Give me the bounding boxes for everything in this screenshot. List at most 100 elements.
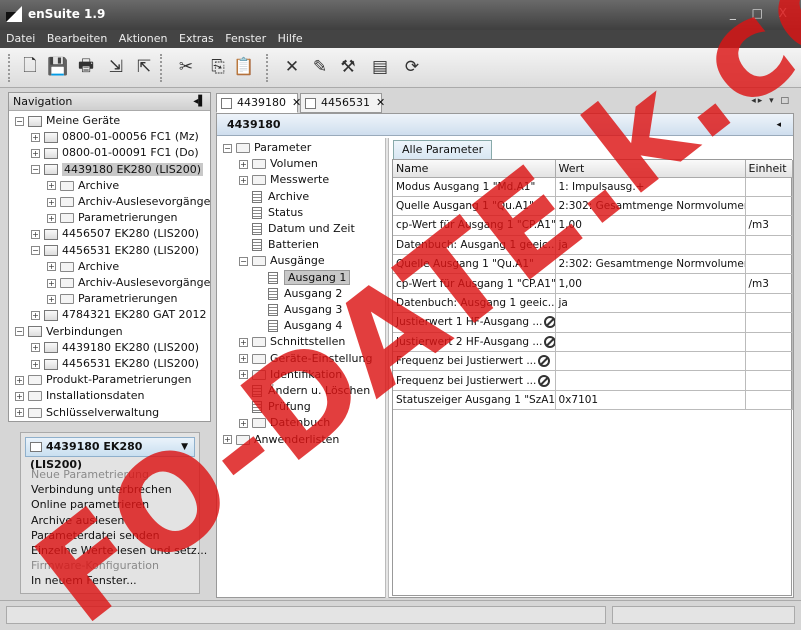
table-row[interactable]: Justierwert 1 HF-Ausgang ... xyxy=(393,312,793,333)
export-icon[interactable]: ⇱ xyxy=(132,55,156,79)
expand-icon[interactable]: + xyxy=(47,181,56,191)
expand-icon[interactable]: + xyxy=(239,337,248,347)
tree-item[interactable]: + Installationsdaten xyxy=(15,388,144,404)
tree-item[interactable]: +4456507 EK280 (LIS200) xyxy=(31,226,199,242)
collapse-icon[interactable]: − xyxy=(31,165,40,175)
cut-icon[interactable]: ✂ xyxy=(174,55,198,79)
menu-aktionen[interactable]: Aktionen xyxy=(119,30,168,48)
collapse-arrow-icon[interactable]: ◂ xyxy=(776,114,781,136)
expand-icon[interactable]: + xyxy=(239,370,248,380)
param-value-cell[interactable]: ja xyxy=(555,293,746,314)
tree-item[interactable]: +4439180 EK280 (LIS200) xyxy=(31,340,199,356)
param-value-cell[interactable]: 2:302: Gesamtmenge Normvolumen xyxy=(555,196,746,217)
param-value-cell[interactable]: ja xyxy=(555,235,746,256)
param-value-cell[interactable] xyxy=(555,312,746,333)
tree-item[interactable]: + Produkt-Parametrierungen xyxy=(15,372,192,388)
expand-icon[interactable]: + xyxy=(47,197,56,207)
expand-icon[interactable]: + xyxy=(31,229,40,239)
param-value-cell[interactable] xyxy=(555,332,746,353)
table-row[interactable]: Quelle Ausgang 1 "Qu.A1" 2:302: Gesamtmen… xyxy=(393,254,793,275)
expand-icon[interactable]: + xyxy=(47,262,56,272)
column-header-wert[interactable]: Wert xyxy=(555,160,746,178)
table-row[interactable]: Datenbuch: Ausgang 1 geeic... ja xyxy=(393,235,793,256)
expand-icon[interactable]: + xyxy=(31,359,40,369)
expand-icon[interactable]: + xyxy=(15,408,24,418)
menu-hilfe[interactable]: Hilfe xyxy=(278,30,303,48)
collapse-icon[interactable]: − xyxy=(239,256,248,266)
tree-item[interactable]: +4784321 EK280 GAT 2012 xyxy=(31,307,207,323)
expand-icon[interactable]: + xyxy=(15,391,24,401)
tree-item[interactable]: +0800-01-00091 FC1 (Do) xyxy=(31,145,199,161)
expand-icon[interactable]: + xyxy=(47,294,56,304)
tree-item[interactable]: − Ausgänge xyxy=(239,253,325,269)
tree-item[interactable]: + Parametrierungen xyxy=(47,291,177,307)
device-panel-header[interactable]: 4439180 EK280 (LIS200) ▼ xyxy=(25,437,195,471)
import-icon[interactable]: ⇲ xyxy=(104,55,128,79)
tree-item[interactable]: + Anwenderlisten xyxy=(223,432,339,448)
tree-item[interactable]: − 4439180 EK280 (LIS200) xyxy=(31,162,204,178)
paste-icon[interactable]: 📋 xyxy=(232,55,256,79)
expand-icon[interactable]: + xyxy=(223,435,232,445)
close-icon[interactable]: ✕ xyxy=(376,96,385,109)
tree-item[interactable]: + Messwerte xyxy=(239,172,329,188)
expand-icon[interactable]: + xyxy=(239,159,248,169)
tree-item[interactable]: + Volumen xyxy=(239,156,318,172)
param-value-cell[interactable]: 0x7101 xyxy=(555,390,746,411)
tree-item[interactable]: + Schlüsselverwaltung xyxy=(15,405,159,421)
save-icon[interactable]: 💾 xyxy=(46,55,70,79)
splitter-handle[interactable] xyxy=(385,138,389,598)
tree-item[interactable]: + Identifikation xyxy=(239,367,342,383)
tree-item[interactable]: + Archiv-Auslesevorgänge xyxy=(47,194,210,210)
tree-item[interactable]: Ändern u. Löschen xyxy=(239,383,370,399)
column-header-name[interactable]: Name xyxy=(393,160,556,178)
device-action-item[interactable]: In neuem Fenster... xyxy=(31,573,207,588)
tree-item[interactable]: + Parametrierungen xyxy=(47,210,177,226)
param-value-cell[interactable]: 2:302: Gesamtmenge Normvolumen xyxy=(555,254,746,275)
collapse-navigation-icon[interactable]: ◂▌ xyxy=(193,93,206,110)
param-value-cell[interactable]: 1: Impulsausg.+ xyxy=(555,177,746,197)
tree-item[interactable]: Datum und Zeit xyxy=(239,221,355,237)
disconnect-icon[interactable]: ✕ xyxy=(280,55,304,79)
table-row[interactable]: Statuszeiger Ausgang 1 "SzA1" 0x7101 xyxy=(393,390,793,411)
table-row[interactable]: Modus Ausgang 1 "Md.A1" 1: Impulsausg.+ xyxy=(393,177,793,197)
expand-icon[interactable]: + xyxy=(239,418,248,428)
chevron-down-icon[interactable]: ▼ xyxy=(181,438,188,456)
collapse-icon[interactable]: − xyxy=(31,246,40,256)
tab-4456531[interactable]: 4456531 ✕ xyxy=(300,93,385,113)
tab-alle-parameter[interactable]: Alle Parameter xyxy=(393,140,493,160)
expand-icon[interactable]: + xyxy=(47,278,56,288)
menu-extras[interactable]: Extras xyxy=(179,30,214,48)
tree-item[interactable]: Ausgang 1 xyxy=(255,269,351,286)
tree-item[interactable]: Ausgang 4 xyxy=(255,318,342,334)
window-controls[interactable]: _ □ X xyxy=(730,6,793,20)
tab-4439180[interactable]: 4439180 ✕ xyxy=(216,93,301,113)
table-row[interactable]: Frequenz bei Justierwert ... xyxy=(393,370,793,391)
param-value-cell[interactable] xyxy=(555,351,746,372)
collapse-icon[interactable]: − xyxy=(15,327,24,337)
table-row[interactable]: Justierwert 2 HF-Ausgang ... xyxy=(393,332,793,353)
new-file-icon[interactable]: 🗋 xyxy=(18,55,42,79)
collapse-icon[interactable]: − xyxy=(15,116,24,126)
menu-fenster[interactable]: Fenster xyxy=(225,30,266,48)
tree-item[interactable]: + Geräte-Einstellung xyxy=(239,351,372,367)
param-value-cell[interactable]: 1,00 xyxy=(555,273,746,294)
param-value-cell[interactable]: 1,00 xyxy=(555,215,746,236)
table-row[interactable]: cp-Wert für Ausgang 1 "CP.A1" 1,00/m3 xyxy=(393,215,793,236)
param-value-cell[interactable] xyxy=(555,370,746,391)
tree-item[interactable]: + Datenbuch xyxy=(239,415,330,431)
menu-datei[interactable]: Datei xyxy=(6,30,35,48)
tree-item[interactable]: Prüfung xyxy=(239,399,311,415)
table-row[interactable]: Frequenz bei Justierwert ... xyxy=(393,351,793,372)
table-row[interactable]: Quelle Ausgang 1 "Qu.A1" 2:302: Gesamtmen… xyxy=(393,196,793,217)
parametrize-icon[interactable]: ▤ xyxy=(368,55,392,79)
column-header-einheit[interactable]: Einheit xyxy=(745,160,793,178)
expand-icon[interactable]: + xyxy=(31,148,40,158)
tree-item[interactable]: + Archiv-Auslesevorgänge xyxy=(47,275,210,291)
table-row[interactable]: cp-Wert für Ausgang 1 "CP.A1" 1,00/m3 xyxy=(393,273,793,294)
connect-icon[interactable]: ✎ xyxy=(308,55,332,79)
tools-icon[interactable]: ⚒ xyxy=(336,55,360,79)
tab-navigation-controls[interactable]: ◂▸ ▾ □ xyxy=(751,96,791,106)
tree-item[interactable]: − Meine Geräte xyxy=(15,113,120,129)
expand-icon[interactable]: + xyxy=(31,343,40,353)
refresh-icon[interactable]: ⟳ xyxy=(400,55,424,79)
